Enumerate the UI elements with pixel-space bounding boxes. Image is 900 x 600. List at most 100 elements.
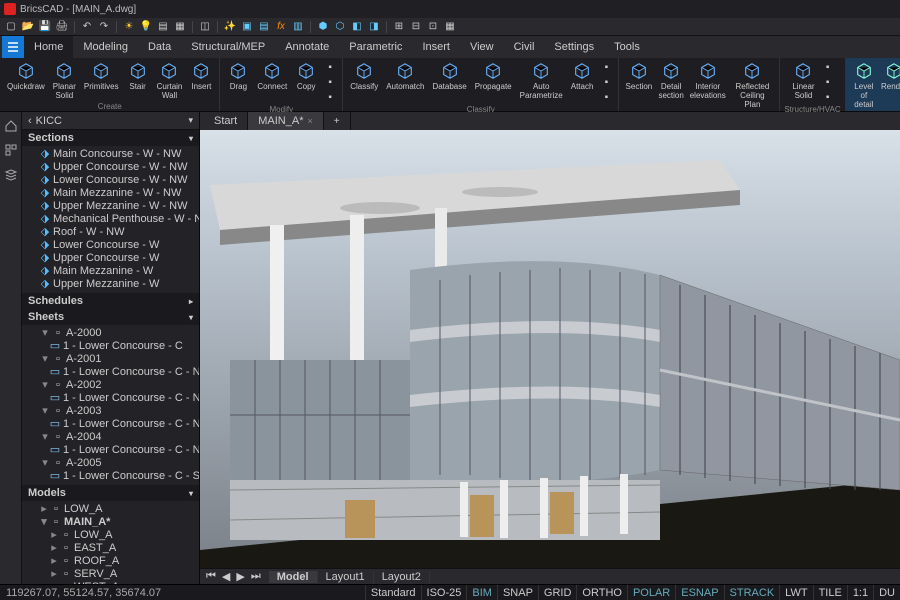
menu-modeling[interactable]: Modeling — [73, 36, 138, 58]
qat-fx-icon[interactable]: fx — [274, 20, 288, 34]
ribbon-level-button[interactable]: Level of detail — [850, 60, 878, 110]
layout-next-icon[interactable]: ▶ — [234, 570, 246, 583]
qat-wand-icon[interactable]: ✨ — [223, 20, 237, 34]
expand-icon[interactable]: ▾ — [40, 329, 50, 339]
section-item[interactable]: ⬗Upper Mezzanine - W — [22, 278, 199, 291]
expand-icon[interactable]: ▾ — [40, 407, 50, 417]
ribbon-reflected-button[interactable]: Reflected Ceiling Plan — [730, 60, 776, 110]
layout-tab[interactable]: Layout1 — [318, 571, 374, 583]
status-strack[interactable]: STRACK — [724, 585, 780, 600]
project-header[interactable]: ‹KICC ▾ — [22, 112, 199, 130]
ribbon-interior-button[interactable]: Interior elevations — [688, 60, 728, 101]
sheet-child[interactable]: ▭1 - Lower Concourse - C - NE - NW — [22, 418, 199, 431]
ribbon-small-icon[interactable]: ▪ — [322, 60, 338, 74]
section-item[interactable]: ⬗Upper Mezzanine - W - NW — [22, 200, 199, 213]
sections-header[interactable]: Sections▾ — [22, 130, 199, 146]
status-du[interactable]: DU — [873, 585, 900, 600]
model-item[interactable]: ▸▫LOW_A — [22, 529, 199, 542]
menu-structuralmep[interactable]: Structural/MEP — [181, 36, 275, 58]
section-item[interactable]: ⬗Upper Concourse - W - NW — [22, 161, 199, 174]
back-icon[interactable]: ‹ — [28, 115, 32, 127]
expand-icon[interactable]: ▾ — [40, 459, 50, 469]
status-snap[interactable]: SNAP — [497, 585, 538, 600]
menu-view[interactable]: View — [460, 36, 504, 58]
ribbon-database-button[interactable]: Database — [429, 60, 469, 92]
close-icon[interactable]: × — [307, 116, 312, 126]
qat-workspace-icon[interactable]: ◫ — [198, 20, 212, 34]
model-item[interactable]: ▸▫SERV_A — [22, 568, 199, 581]
ribbon-curtain-button[interactable]: Curtain Wall — [154, 60, 186, 101]
doc-tab[interactable]: Start — [204, 112, 248, 130]
sheet-item[interactable]: ▾▫A-2005 — [22, 457, 199, 470]
expand-icon[interactable]: ▾ — [40, 381, 50, 391]
ribbon-attach-button[interactable]: Attach — [568, 60, 597, 92]
doc-tab[interactable]: MAIN_A*× — [248, 112, 324, 130]
status-lwt[interactable]: LWT — [779, 585, 812, 600]
layout-first-icon[interactable]: ⏮ — [204, 570, 218, 583]
ribbon-small-icon[interactable]: ▪ — [322, 90, 338, 104]
qat-redo-icon[interactable]: ↷ — [97, 20, 111, 34]
qat-save-icon[interactable]: 💾 — [38, 20, 52, 34]
model-item[interactable]: ▸▫LOW_A — [22, 503, 199, 516]
section-item[interactable]: ⬗Main Mezzanine - W - NW — [22, 187, 199, 200]
qat-tool2-icon[interactable]: ▤ — [257, 20, 271, 34]
menu-settings[interactable]: Settings — [544, 36, 604, 58]
sheet-item[interactable]: ▾▫A-2002 — [22, 379, 199, 392]
rail-home-icon[interactable] — [3, 118, 19, 134]
ribbon-auto-button[interactable]: Auto Parametrize — [517, 60, 566, 101]
ribbon-drag-button[interactable]: Drag — [224, 60, 252, 92]
ribbon-connect-button[interactable]: Connect — [254, 60, 290, 92]
sheet-item[interactable]: ▾▫A-2001 — [22, 353, 199, 366]
ribbon-copy-button[interactable]: Copy — [292, 60, 320, 92]
expand-icon[interactable]: ▸ — [40, 505, 48, 515]
section-item[interactable]: ⬗Main Mezzanine - W — [22, 265, 199, 278]
ribbon-primitives-button[interactable]: Primitives — [81, 60, 122, 92]
ribbon-small-icon[interactable]: ▪ — [598, 75, 614, 89]
sheets-header[interactable]: Sheets▾ — [22, 309, 199, 325]
ribbon-detail-button[interactable]: Detail section — [656, 60, 686, 101]
section-item[interactable]: ⬗Lower Concourse - W - NW — [22, 174, 199, 187]
status-grid[interactable]: GRID — [538, 585, 577, 600]
menu-insert[interactable]: Insert — [412, 36, 460, 58]
status-bim[interactable]: BIM — [466, 585, 497, 600]
rail-layers-icon[interactable] — [3, 166, 19, 182]
qat-undo-icon[interactable]: ↶ — [80, 20, 94, 34]
model-item[interactable]: ▸▫ROOF_A — [22, 555, 199, 568]
status-esnap[interactable]: ESNAP — [675, 585, 723, 600]
qat-display-icon[interactable]: ▦ — [173, 20, 187, 34]
sheet-item[interactable]: ▾▫A-2004 — [22, 431, 199, 444]
expand-icon[interactable]: ▾ — [40, 433, 50, 443]
rail-blocks-icon[interactable] — [3, 142, 19, 158]
section-item[interactable]: ⬗Mechanical Penthouse - W - NW — [22, 213, 199, 226]
status-tile[interactable]: TILE — [813, 585, 847, 600]
layout-tab[interactable]: Model — [269, 571, 318, 583]
ribbon-automatch-button[interactable]: Automatch — [383, 60, 427, 92]
expand-icon[interactable]: ▸ — [50, 557, 58, 567]
ribbon-insert-button[interactable]: Insert — [187, 60, 215, 92]
ribbon-render-button[interactable]: Render — [880, 60, 900, 92]
ribbon-small-icon[interactable]: ▪ — [820, 60, 836, 74]
ribbon-stair-button[interactable]: Stair — [124, 60, 152, 92]
dropdown-icon[interactable]: ▾ — [188, 115, 193, 126]
qat-grid3-icon[interactable]: ⊡ — [426, 20, 440, 34]
ribbon-classify-button[interactable]: Classify — [347, 60, 381, 92]
expand-icon[interactable]: ▸ — [50, 570, 58, 580]
section-item[interactable]: ⬗Lower Concourse - W — [22, 239, 199, 252]
app-menu-button[interactable] — [2, 36, 24, 58]
section-item[interactable]: ⬗Roof - W - NW — [22, 226, 199, 239]
models-header[interactable]: Models▾ — [22, 485, 199, 501]
sheet-item[interactable]: ▾▫A-2003 — [22, 405, 199, 418]
sheet-child[interactable]: ▭1 - Lower Concourse - C - NE — [22, 366, 199, 379]
menu-parametric[interactable]: Parametric — [339, 36, 412, 58]
ribbon-small-icon[interactable]: ▪ — [820, 90, 836, 104]
model-item[interactable]: ▸▫EAST_A — [22, 542, 199, 555]
qat-tool3-icon[interactable]: ▥ — [291, 20, 305, 34]
qat-grid4-icon[interactable]: ▦ — [443, 20, 457, 34]
ribbon-small-icon[interactable]: ▪ — [820, 75, 836, 89]
menu-home[interactable]: Home — [24, 36, 73, 58]
ribbon-linear-button[interactable]: Linear Solid — [789, 60, 817, 101]
sheet-child[interactable]: ▭1 - Lower Concourse - C - SW — [22, 470, 199, 483]
layout-tab[interactable]: Layout2 — [374, 571, 430, 583]
ribbon-small-icon[interactable]: ▪ — [598, 60, 614, 74]
menu-data[interactable]: Data — [138, 36, 181, 58]
